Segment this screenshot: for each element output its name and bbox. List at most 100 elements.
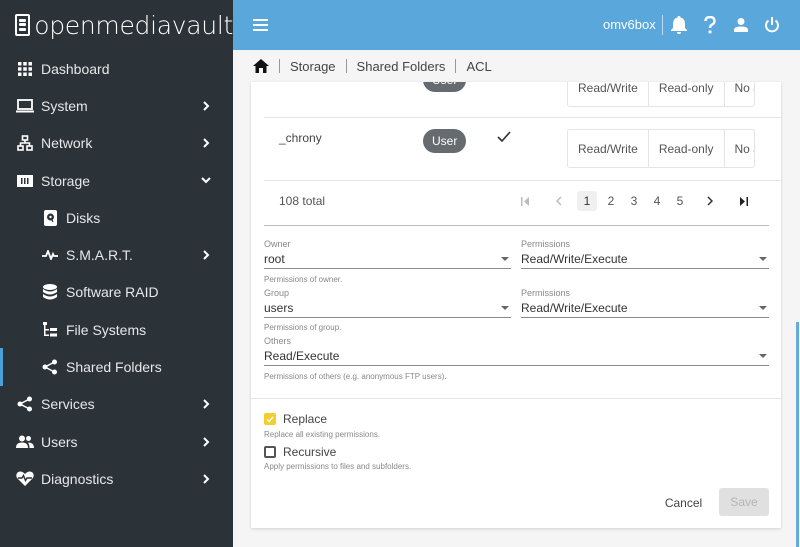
chevron-right-icon bbox=[201, 138, 211, 148]
hostname: omv6box bbox=[603, 17, 656, 32]
divider bbox=[662, 15, 663, 35]
sidebar-item-file-systems[interactable]: File Systems bbox=[0, 311, 233, 348]
sidebar-item-network[interactable]: Network bbox=[0, 125, 233, 162]
paginator: 108 total 1 2 3 4 5 bbox=[251, 180, 781, 224]
perm-read-write[interactable]: Read/Write bbox=[568, 130, 649, 167]
breadcrumb-separator bbox=[455, 59, 457, 73]
group-label: Group bbox=[264, 288, 290, 298]
disk-icon bbox=[41, 209, 59, 227]
sidebar-item-label: Network bbox=[41, 135, 93, 152]
sidebar-item-diagnostics[interactable]: Diagnostics bbox=[0, 460, 233, 497]
prev-page-icon[interactable] bbox=[549, 191, 569, 211]
menu-icon[interactable] bbox=[253, 19, 268, 31]
sidebar-item-label: Storage bbox=[41, 172, 91, 189]
home-icon[interactable] bbox=[253, 59, 269, 73]
sidebar-item-dashboard[interactable]: Dashboard bbox=[0, 50, 233, 87]
perm-read-only[interactable]: Read-only bbox=[649, 130, 725, 167]
sidebar-item-label: File Systems bbox=[66, 321, 147, 338]
bell-icon[interactable] bbox=[669, 15, 689, 35]
perm-no-access[interactable]: No ac bbox=[725, 130, 754, 167]
next-page-icon[interactable] bbox=[700, 191, 720, 211]
first-page-icon[interactable] bbox=[515, 191, 535, 211]
topbar: omv6box bbox=[233, 0, 800, 50]
sidebar-item-smart[interactable]: S.M.A.R.T. bbox=[0, 236, 233, 273]
owner-permissions-select[interactable]: Permissions Read/Write/Execute bbox=[521, 239, 769, 269]
sidebar-item-software-raid[interactable]: Software RAID bbox=[0, 274, 233, 311]
recursive-checkbox[interactable]: Recursive bbox=[264, 445, 336, 459]
power-icon[interactable] bbox=[762, 15, 782, 35]
pulse-icon bbox=[41, 246, 59, 264]
user-name: _chrony bbox=[279, 131, 322, 145]
heart-pulse-icon bbox=[16, 470, 34, 488]
breadcrumb-storage[interactable]: Storage bbox=[290, 59, 336, 74]
sidebar-item-system[interactable]: System bbox=[0, 87, 233, 124]
help-icon[interactable] bbox=[700, 15, 720, 35]
user-icon[interactable] bbox=[731, 15, 751, 35]
sidebar-item-disks[interactable]: Disks bbox=[0, 199, 233, 236]
logo[interactable]: openmediavault bbox=[0, 0, 233, 50]
recursive-label: Recursive bbox=[283, 445, 337, 459]
perm-no-access[interactable]: No ac bbox=[725, 82, 754, 106]
network-icon bbox=[16, 134, 34, 152]
type-badge: User bbox=[423, 82, 467, 92]
sidebar-item-label: S.M.A.R.T. bbox=[66, 247, 133, 264]
grid-icon bbox=[16, 60, 34, 78]
check-icon bbox=[497, 130, 511, 148]
sidebar-item-label: Users bbox=[41, 433, 78, 450]
file-tree-icon bbox=[41, 321, 59, 339]
cancel-button[interactable]: Cancel bbox=[656, 489, 711, 516]
breadcrumb-separator bbox=[345, 59, 347, 73]
group-permissions-value: Read/Write/Execute bbox=[521, 301, 628, 315]
sidebar-item-label: Disks bbox=[66, 209, 101, 226]
others-label: Others bbox=[264, 336, 292, 346]
sidebar-item-shared-folders[interactable]: Shared Folders bbox=[0, 348, 233, 386]
chevron-right-icon bbox=[201, 399, 211, 410]
sidebar-item-services[interactable]: Services bbox=[0, 386, 233, 423]
share-icon bbox=[16, 395, 34, 413]
perm-read-write[interactable]: Read/Write bbox=[568, 82, 649, 106]
save-button[interactable]: Save bbox=[719, 488, 769, 516]
owner-label: Owner bbox=[264, 239, 291, 249]
scrollbar[interactable] bbox=[796, 322, 799, 547]
group-permissions-select[interactable]: Permissions Read/Write/Execute bbox=[521, 288, 769, 318]
checkbox-checked-icon bbox=[264, 413, 276, 425]
permission-toggle-group: Read/Write Read-only No ac bbox=[567, 82, 755, 107]
acl-card: User Read/Write Read-only No ac _chrony … bbox=[251, 82, 781, 528]
perm-read-only[interactable]: Read-only bbox=[649, 82, 725, 106]
sidebar-item-storage[interactable]: Storage bbox=[0, 162, 233, 199]
last-page-icon[interactable] bbox=[733, 191, 753, 211]
dropdown-arrow-icon bbox=[501, 306, 509, 310]
permission-toggle-group: Read/Write Read-only No ac bbox=[567, 129, 755, 168]
divider bbox=[251, 398, 781, 399]
others-hint: Permissions of others (e.g. anonymous FT… bbox=[264, 372, 447, 381]
owner-hint: Permissions of owner. bbox=[264, 275, 343, 284]
chevron-right-icon bbox=[201, 101, 211, 111]
others-permissions-select[interactable]: Others Read/Execute bbox=[264, 336, 769, 366]
logo-icon bbox=[15, 14, 31, 36]
users-icon bbox=[16, 433, 34, 451]
group-hint: Permissions of group. bbox=[264, 323, 342, 332]
page-2[interactable]: 2 bbox=[601, 191, 621, 211]
owner-select[interactable]: Owner root bbox=[264, 239, 511, 269]
sidebar-item-label: Dashboard bbox=[41, 60, 110, 77]
dropdown-arrow-icon bbox=[759, 306, 767, 310]
page-5[interactable]: 5 bbox=[670, 191, 690, 211]
breadcrumb: Storage Shared Folders ACL bbox=[233, 50, 800, 82]
dropdown-arrow-icon bbox=[501, 257, 509, 261]
breadcrumb-shared-folders[interactable]: Shared Folders bbox=[357, 59, 446, 74]
chevron-right-icon bbox=[201, 474, 211, 484]
sidebar-item-label: Diagnostics bbox=[41, 470, 114, 487]
page-4[interactable]: 4 bbox=[647, 191, 667, 211]
replace-hint: Replace all existing permissions. bbox=[264, 430, 381, 439]
recursive-hint: Apply permissions to files and subfolder… bbox=[264, 462, 412, 471]
group-value: users bbox=[264, 301, 294, 315]
sidebar-item-users[interactable]: Users bbox=[0, 423, 233, 460]
page-1[interactable]: 1 bbox=[577, 191, 597, 211]
chevron-right-icon bbox=[201, 436, 211, 447]
others-value: Read/Execute bbox=[264, 349, 340, 363]
chevron-right-icon bbox=[201, 250, 211, 260]
replace-checkbox[interactable]: Replace bbox=[264, 412, 327, 426]
page-3[interactable]: 3 bbox=[624, 191, 644, 211]
storage-icon bbox=[16, 172, 34, 190]
group-select[interactable]: Group users bbox=[264, 288, 511, 318]
